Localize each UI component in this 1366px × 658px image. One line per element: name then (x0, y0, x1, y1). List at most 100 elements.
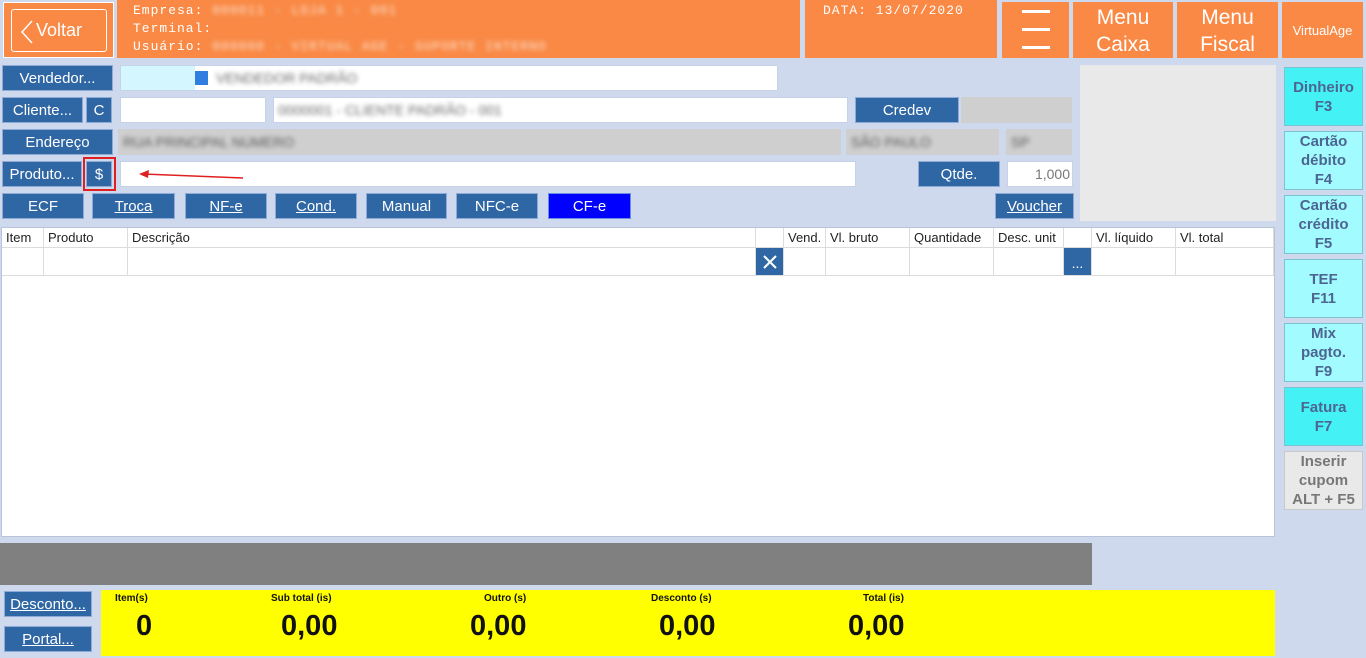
discount-details-button[interactable]: ... (1064, 248, 1092, 276)
uf-value: SP (1011, 134, 1030, 150)
produto-button[interactable]: Produto... (2, 161, 82, 187)
produto-input[interactable] (120, 161, 856, 187)
qtde-input[interactable]: 1,000 (1007, 161, 1073, 187)
empresa-value: 000011 - LOJA 1 - 001 (212, 3, 398, 18)
uf-field: SP (1006, 129, 1072, 155)
back-label: Voltar (35, 20, 83, 40)
menu-fiscal-button[interactable]: Menu Fiscal (1177, 2, 1278, 58)
cartao-debito-button[interactable]: Cartão débito F4 (1284, 131, 1363, 190)
items-table: Item Produto Descrição Vend. Vl. bruto Q… (1, 227, 1275, 537)
vendedor-button-label: Vendedor... (19, 69, 96, 87)
menu-fiscal-line1: Menu (1201, 6, 1254, 29)
mix-pagto-line1: Mix (1310, 325, 1336, 342)
mode-nfce[interactable]: NFC-e (456, 193, 538, 219)
col-quantidade: Quantidade (910, 228, 994, 248)
items-count-value: 0 (136, 610, 153, 642)
ellipsis-label: ... (1071, 255, 1084, 271)
mode-cfe[interactable]: CF-e (548, 193, 631, 219)
mix-pagto-line2: pagto. (1301, 344, 1346, 361)
cliente-c-button[interactable]: C (86, 97, 112, 123)
credev-value (961, 97, 1072, 123)
qtde-value: 1,000 (1034, 166, 1070, 182)
mode-nfce-label: NFC-e (474, 197, 520, 215)
usuario-label: Usuário: (133, 39, 204, 54)
col-descricao: Descrição (128, 228, 756, 248)
hamburger-menu-button[interactable] (1002, 2, 1069, 58)
mode-manual[interactable]: Manual (366, 193, 447, 219)
desconto-total-label: Desconto (s) (651, 593, 712, 604)
subtotal-value: 0,00 (281, 610, 338, 642)
cartao-debito-key: F4 (1314, 171, 1333, 188)
produto-label: Produto... (9, 165, 75, 183)
vendedor-code (121, 66, 195, 90)
fatura-key: F7 (1314, 417, 1333, 435)
credev-button[interactable]: Credev (855, 97, 959, 123)
desconto-button[interactable]: Desconto... (4, 591, 92, 617)
endereco-value: RUA PRINCIPAL NUMERO (123, 134, 295, 150)
mix-pagto-button[interactable]: Mix pagto. F9 (1284, 323, 1363, 382)
cell-produto[interactable] (44, 248, 128, 276)
cell-item[interactable] (2, 248, 44, 276)
qtde-label: Qtde. (940, 165, 978, 183)
cell-vl-liquido[interactable] (1092, 248, 1176, 276)
desconto-total-value: 0,00 (659, 610, 716, 642)
vendedor-field[interactable]: VENDEDOR PADRÃO (120, 65, 778, 91)
col-vl-liquido: Vl. líquido (1092, 228, 1176, 248)
inserir-cupom-line2: cupom (1298, 472, 1349, 489)
cliente-button[interactable]: Cliente... (2, 97, 83, 123)
col-desc-unit: Desc. unit (994, 228, 1064, 248)
cartao-credito-button[interactable]: Cartão crédito F5 (1284, 195, 1363, 254)
cell-quantidade[interactable] (910, 248, 994, 276)
fatura-button[interactable]: Fatura F7 (1284, 387, 1363, 446)
date-display: DATA: 13/07/2020 (805, 0, 997, 58)
col-produto: Produto (44, 228, 128, 248)
outros-value: 0,00 (470, 610, 527, 642)
chevron-left-icon (20, 20, 33, 44)
back-button[interactable]: Voltar (3, 2, 114, 58)
cell-vl-total[interactable] (1176, 248, 1274, 276)
mode-ecf[interactable]: ECF (2, 193, 84, 219)
cartao-debito-line1: Cartão (1299, 133, 1348, 150)
menu-caixa-button[interactable]: Menu Caixa (1073, 2, 1173, 58)
terminal-label: Terminal: (133, 21, 213, 36)
portal-button[interactable]: Portal... (4, 626, 92, 652)
vendedor-button[interactable]: Vendedor... (2, 65, 113, 91)
tef-button[interactable]: TEF F11 (1284, 259, 1363, 318)
endereco-field: RUA PRINCIPAL NUMERO (118, 129, 841, 155)
cell-descricao[interactable] (128, 248, 756, 276)
inserir-cupom-line1: Inserir (1300, 453, 1347, 470)
date-text: DATA: 13/07/2020 (823, 3, 964, 18)
cartao-credito-key: F5 (1314, 235, 1333, 252)
dinheiro-label: Dinheiro (1293, 78, 1354, 96)
cidade-value: SÃO PAULO (851, 134, 931, 150)
cliente-c-label: C (93, 101, 105, 119)
tef-label: TEF (1309, 270, 1338, 288)
col-vl-total: Vl. total (1176, 228, 1274, 248)
voucher-button[interactable]: Voucher (995, 193, 1074, 219)
mode-nfe[interactable]: NF-e (185, 193, 267, 219)
inserir-cupom-button[interactable]: Inserir cupom ALT + F5 (1284, 451, 1363, 510)
dinheiro-key: F3 (1314, 97, 1333, 115)
mix-pagto-key: F9 (1314, 363, 1333, 380)
mode-cond[interactable]: Cond. (275, 193, 357, 219)
delete-row-button[interactable] (756, 248, 784, 276)
col-vend: Vend. (784, 228, 826, 248)
cell-vend[interactable] (784, 248, 826, 276)
cliente-code-input[interactable] (120, 97, 266, 123)
desconto-label: Desconto... (10, 595, 86, 613)
status-bar (0, 543, 1092, 585)
mode-ecf-label: ECF (28, 197, 58, 215)
qtde-button[interactable]: Qtde. (918, 161, 1000, 187)
voucher-label: Voucher (1006, 197, 1063, 215)
cliente-name: 0000001 - CLIENTE PADRÃO - 001 (278, 102, 502, 118)
mode-nfe-label: NF-e (209, 197, 243, 215)
endereco-button[interactable]: Endereço (2, 129, 113, 155)
cell-desc-unit[interactable] (994, 248, 1064, 276)
cell-vl-bruto[interactable] (826, 248, 910, 276)
dinheiro-button[interactable]: Dinheiro F3 (1284, 67, 1363, 126)
mode-cfe-label: CF-e (572, 197, 607, 215)
outros-label: Outro (s) (484, 593, 527, 604)
col-item: Item (2, 228, 44, 248)
mode-troca[interactable]: Troca (92, 193, 175, 219)
cliente-button-label: Cliente... (12, 101, 73, 119)
